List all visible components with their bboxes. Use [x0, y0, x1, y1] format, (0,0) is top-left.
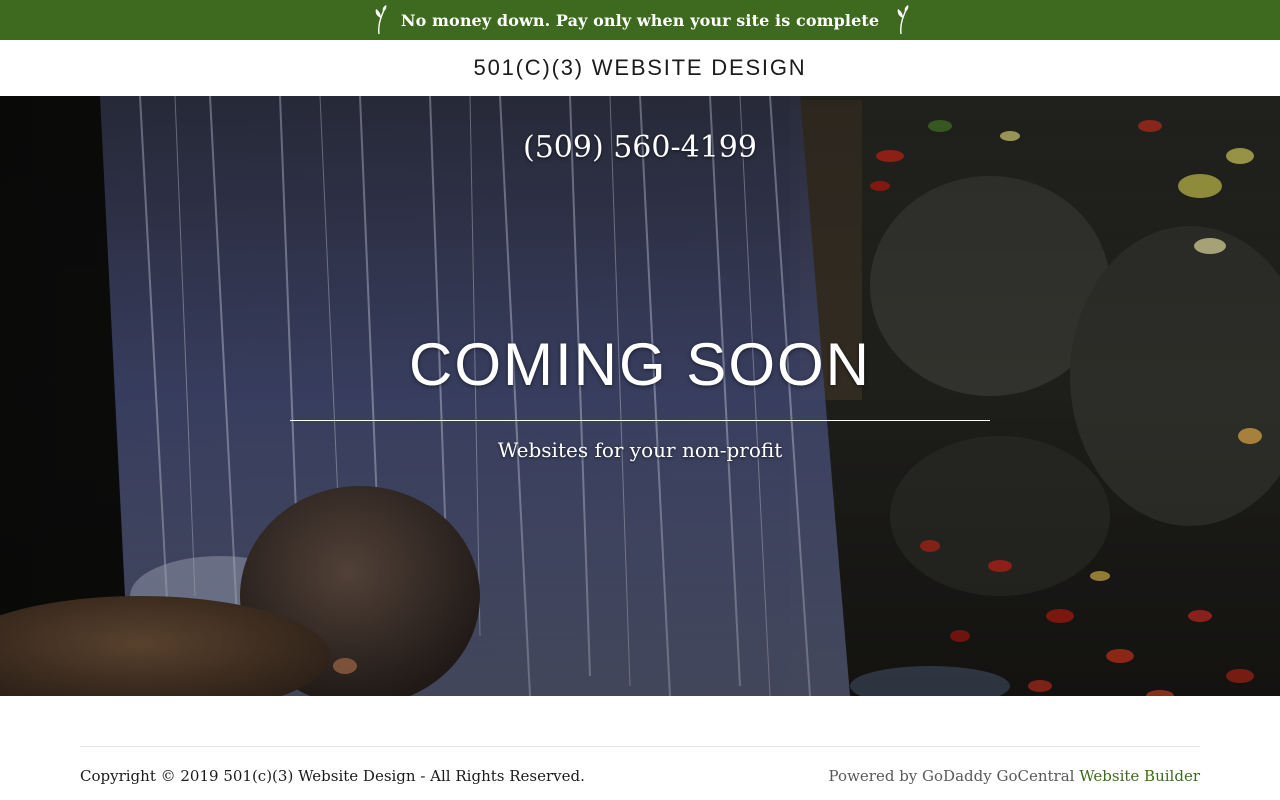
sprout-icon [369, 4, 389, 36]
site-title-link[interactable]: 501(C)(3) WEBSITE DESIGN [474, 55, 807, 81]
powered-by-text: Powered by GoDaddy GoCentral [828, 767, 1075, 785]
hero-section: (509) 560-4199 COMING SOON Websites for … [0, 96, 1280, 696]
copyright-text: Copyright © 2019 501(c)(3) Website Desig… [80, 767, 585, 785]
hero-tagline: Websites for your non-profit [497, 438, 783, 462]
sprout-icon [891, 4, 911, 36]
website-builder-link[interactable]: Website Builder [1079, 767, 1200, 785]
promo-text: No money down. Pay only when your site i… [400, 10, 880, 30]
footer: Copyright © 2019 501(c)(3) Website Desig… [80, 746, 1200, 800]
coming-soon-heading: COMING SOON [408, 331, 871, 398]
promo-banner: No money down. Pay only when your site i… [0, 0, 1280, 40]
phone-number[interactable]: (509) 560-4199 [0, 130, 1280, 165]
powered-by: Powered by GoDaddy GoCentral Website Bui… [829, 767, 1200, 785]
hero-divider [290, 420, 990, 421]
site-header: 501(C)(3) WEBSITE DESIGN [0, 40, 1280, 96]
